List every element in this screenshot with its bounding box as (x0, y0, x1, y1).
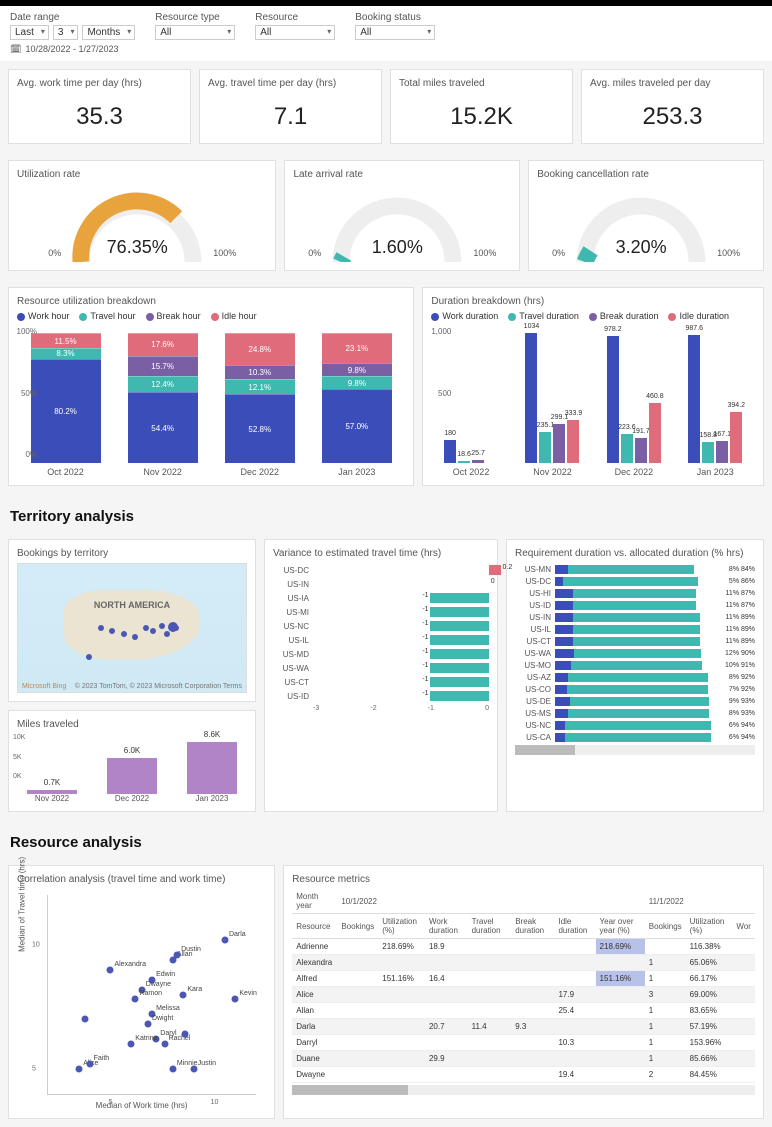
date-range-last[interactable]: Last (10, 25, 49, 40)
gauge-min: 0% (308, 248, 321, 262)
kpi-value: 7.1 (208, 93, 373, 135)
kpi-value: 35.3 (17, 93, 182, 135)
chart-title: Resource metrics (292, 874, 755, 885)
kpi-avg-miles[interactable]: Avg. miles traveled per day 253.3 (581, 69, 764, 144)
resource-type-label: Resource type (155, 12, 235, 23)
kpi-value: 253.3 (590, 93, 755, 135)
chart-correlation[interactable]: Correlation analysis (travel time and wo… (8, 865, 275, 1119)
date-span-text: 10/28/2022 - 1/27/2023 (25, 44, 118, 54)
chart-title: Duration breakdown (hrs) (431, 296, 755, 307)
kpi-label: Avg. travel time per day (hrs) (208, 78, 373, 89)
gauge-label: Utilization rate (17, 169, 267, 180)
table-row[interactable]: Alexandra165.06% (292, 955, 755, 971)
kpi-label: Avg. miles traveled per day (590, 78, 755, 89)
gauge-max: 100% (473, 248, 496, 262)
chart-title: Resource utilization breakdown (17, 296, 405, 307)
col-month-year: Month year (292, 889, 337, 914)
resource-heading: Resource analysis (10, 834, 772, 851)
date-range-label: Date range (10, 12, 135, 23)
date-range-num[interactable]: 3 (53, 25, 79, 40)
chart-title: Requirement duration vs. allocated durat… (515, 548, 755, 559)
legend: Work hour Travel hour Break hour Idle ho… (17, 311, 405, 321)
gauge-max: 100% (717, 248, 740, 262)
y-axis-label: Median of Travel time (hrs) (18, 856, 27, 951)
chart-title: Variance to estimated travel time (hrs) (273, 548, 489, 559)
table-row[interactable]: Adrienne218.69%18.9218.69%116.38% (292, 939, 755, 955)
map-bookings[interactable]: Bookings by territory NORTH AMERICA Micr… (8, 539, 256, 702)
kpi-work-time[interactable]: Avg. work time per day (hrs) 35.3 (8, 69, 191, 144)
table-row[interactable]: Darryl10.31153.96% (292, 1035, 755, 1051)
map-region-label: NORTH AMERICA (94, 600, 170, 610)
kpi-value: 15.2K (399, 93, 564, 135)
resource-type-select[interactable]: All (155, 25, 235, 40)
gauge-cancellation[interactable]: Booking cancellation rate 0% 3.20% 100% (528, 160, 764, 271)
booking-status-select[interactable]: All (355, 25, 435, 40)
gauge-min: 0% (552, 248, 565, 262)
chart-duration-breakdown[interactable]: Duration breakdown (hrs) Work duration T… (422, 287, 764, 486)
table-row[interactable]: Allan25.4183.65% (292, 1003, 755, 1019)
calendar-icon: 🗓 (10, 44, 21, 54)
territory-heading: Territory analysis (10, 508, 772, 525)
chart-variance-travel[interactable]: Variance to estimated travel time (hrs) … (264, 539, 498, 812)
gauge-min: 0% (48, 248, 61, 262)
booking-status-label: Booking status (355, 12, 435, 23)
x-axis-label: Median of Work time (hrs) (17, 1101, 266, 1110)
gauge-label: Late arrival rate (293, 169, 511, 180)
table-row[interactable]: Alice17.9369.00% (292, 987, 755, 1003)
chart-title: Miles traveled (17, 719, 247, 730)
col-group2: 11/1/2022 (645, 889, 755, 914)
col-group1: 10/1/2022 (337, 889, 644, 914)
map-attribution: © 2023 TomTom, © 2023 Microsoft Corporat… (75, 683, 242, 690)
gauge-late-arrival[interactable]: Late arrival rate 0% 1.60% 100% (284, 160, 520, 271)
legend: Work duration Travel duration Break dura… (431, 311, 755, 321)
chart-req-vs-alloc[interactable]: Requirement duration vs. allocated durat… (506, 539, 764, 812)
scrollbar[interactable] (292, 1085, 755, 1095)
filter-bar: Date range Last 3 Months Resource type A… (0, 6, 772, 42)
chart-title: Bookings by territory (17, 548, 247, 559)
table-row[interactable]: Darla20.711.49.3157.19% (292, 1019, 755, 1035)
gauge-label: Booking cancellation rate (537, 169, 755, 180)
table-row[interactable]: Dwayne19.4284.45% (292, 1067, 755, 1083)
date-span-line: 🗓 10/28/2022 - 1/27/2023 (0, 42, 772, 61)
date-range-unit[interactable]: Months (82, 25, 135, 40)
kpi-label: Total miles traveled (399, 78, 564, 89)
map-brand: Microsoft Bing (22, 683, 66, 690)
gauge-utilization[interactable]: Utilization rate 0% 76.35% 100% (8, 160, 276, 271)
gauge-value: 76.35% (67, 237, 207, 258)
kpi-travel-time[interactable]: Avg. travel time per day (hrs) 7.1 (199, 69, 382, 144)
map-canvas[interactable]: NORTH AMERICA Microsoft Bing © 2023 TomT… (17, 563, 247, 693)
chart-resource-utilization[interactable]: Resource utilization breakdown Work hour… (8, 287, 414, 486)
gauge-max: 100% (213, 248, 236, 262)
gauge-value: 3.20% (571, 237, 711, 258)
table-row[interactable]: Duane29.9185.66% (292, 1051, 755, 1067)
chart-title: Correlation analysis (travel time and wo… (17, 874, 266, 885)
kpi-label: Avg. work time per day (hrs) (17, 78, 182, 89)
gauge-value: 1.60% (327, 237, 467, 258)
chart-miles-traveled[interactable]: Miles traveled 10K5K0K 0.7K6.0K8.6K Nov … (8, 710, 256, 812)
table-resource-metrics[interactable]: Resource metrics Month year 10/1/2022 11… (283, 865, 764, 1119)
resource-label: Resource (255, 12, 335, 23)
kpi-total-miles[interactable]: Total miles traveled 15.2K (390, 69, 573, 144)
table-row[interactable]: Alfred151.16%16.4151.16%166.17% (292, 971, 755, 987)
resource-select[interactable]: All (255, 25, 335, 40)
scrollbar[interactable] (515, 745, 755, 755)
